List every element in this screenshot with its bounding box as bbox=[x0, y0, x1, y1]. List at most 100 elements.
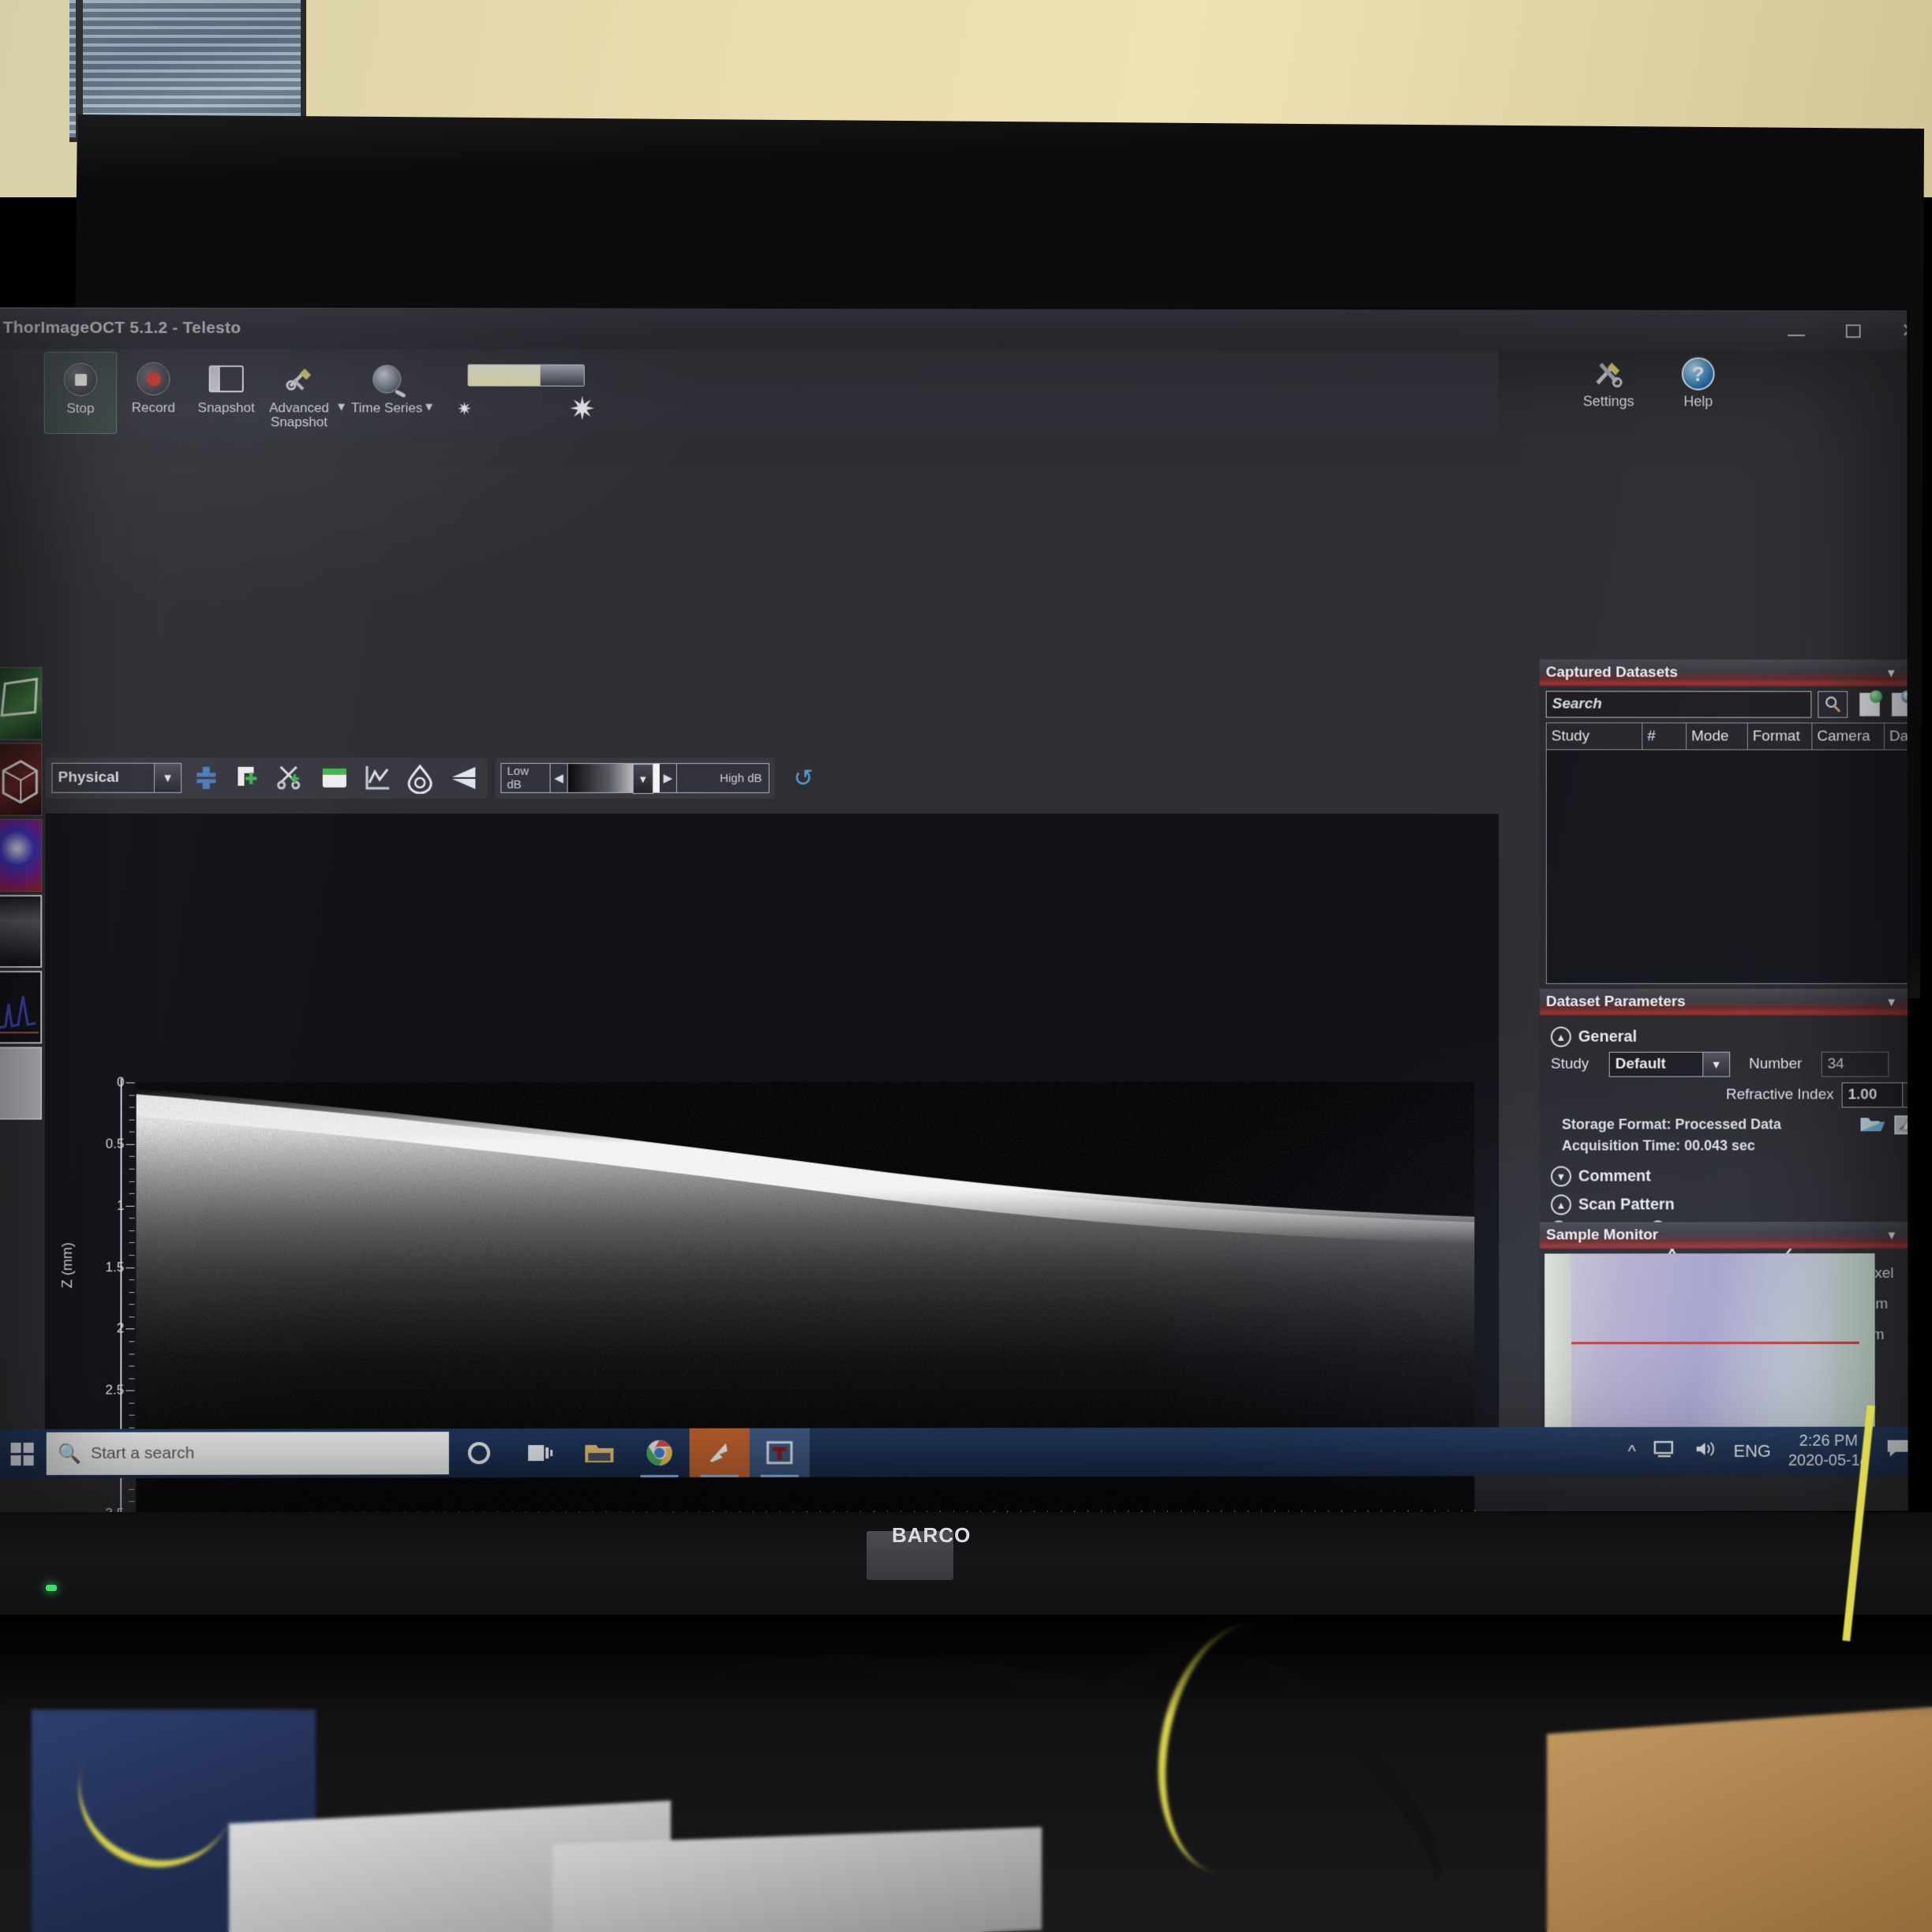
captured-datasets-title: Captured Datasets bbox=[1545, 664, 1678, 681]
study-dropdown-caret[interactable]: ▼ bbox=[1703, 1051, 1731, 1077]
folder-save-icon[interactable] bbox=[316, 761, 353, 796]
scan-pattern-section-header[interactable]: ▲ Scan Pattern bbox=[1551, 1194, 1908, 1215]
z-tick-minor bbox=[129, 1218, 135, 1219]
acquisition-time-text: Acquisition Time: 00.043 sec bbox=[1561, 1137, 1755, 1154]
captured-datasets-panel: Captured Datasets ▼ 📌 Search ↻ Study # M… bbox=[1539, 659, 1908, 984]
z-tick-minor bbox=[129, 1255, 135, 1256]
open-folder-button[interactable] bbox=[1859, 1114, 1886, 1139]
time-series-dropdown-caret[interactable]: ▼ bbox=[423, 400, 435, 414]
edit-metadata-button[interactable] bbox=[1893, 1114, 1908, 1140]
z-tick-minor bbox=[129, 1230, 135, 1231]
study-row: Study Default ▼ Number 34 bbox=[1551, 1051, 1908, 1077]
study-value[interactable]: Default bbox=[1608, 1051, 1704, 1077]
task-view-icon[interactable] bbox=[509, 1428, 569, 1477]
z-tick-minor bbox=[129, 1156, 135, 1158]
start-button[interactable] bbox=[0, 1429, 47, 1478]
origin-icon[interactable] bbox=[689, 1428, 750, 1477]
mode-dropdown-caret[interactable]: ▼ bbox=[155, 762, 182, 793]
view-3d-volume-icon[interactable] bbox=[0, 667, 43, 740]
sample-camera-view[interactable] bbox=[1544, 1253, 1875, 1440]
db-decrease-button[interactable]: ◀ bbox=[550, 762, 568, 793]
stop-button[interactable]: Stop bbox=[43, 351, 118, 434]
table-header-row: Study # Mode Format Camera Dat bbox=[1546, 723, 1908, 751]
dataset-search-row: Search ▼ bbox=[1540, 686, 1908, 721]
taskbar-search-input[interactable]: 🔍 Start a search bbox=[46, 1432, 449, 1476]
brightness-slider[interactable]: ✷ ✷ bbox=[457, 364, 596, 427]
mode-dropdown[interactable]: Physical ▼ bbox=[51, 762, 182, 793]
captured-datasets-table[interactable]: Study # Mode Format Camera Dat bbox=[1545, 722, 1908, 984]
new-dataset-button[interactable] bbox=[1854, 691, 1885, 718]
fit-to-view-icon[interactable] bbox=[188, 761, 224, 796]
chevron-down-icon: ▼ bbox=[1550, 1166, 1571, 1187]
advanced-snapshot-dropdown-caret[interactable]: ▼ bbox=[335, 400, 347, 414]
help-button[interactable]: ? Help bbox=[1662, 354, 1735, 410]
probe-measure-icon[interactable] bbox=[402, 761, 438, 796]
db-gradient-track[interactable]: ▼ bbox=[567, 762, 660, 794]
refresh-icon[interactable]: ↺ bbox=[793, 761, 813, 796]
snapshot-button[interactable]: Snapshot bbox=[190, 352, 263, 434]
windows-logo-icon bbox=[10, 1442, 34, 1466]
column-camera[interactable]: Camera bbox=[1812, 723, 1885, 751]
z-tick-label: 2 bbox=[116, 1320, 125, 1336]
minimize-button[interactable] bbox=[1784, 319, 1808, 343]
z-tick-label: 1.5 bbox=[105, 1259, 125, 1275]
column-date[interactable]: Dat bbox=[1884, 723, 1908, 751]
thorimage-oct-application: ThorImageOCT 5.1.2 - Telesto Stop bbox=[0, 307, 1908, 1515]
record-button[interactable]: Record bbox=[117, 352, 189, 434]
time-series-label: Time Series bbox=[350, 400, 423, 416]
monitor-brand-label: BARCO bbox=[892, 1523, 972, 1547]
column-number[interactable]: # bbox=[1642, 723, 1687, 751]
settings-button[interactable]: Settings bbox=[1572, 354, 1645, 410]
view-bscan-icon[interactable] bbox=[0, 894, 43, 968]
refractive-index-stepper[interactable]: ▲▼ bbox=[1903, 1082, 1908, 1108]
time-series-button[interactable]: Time Series bbox=[350, 352, 423, 434]
chrome-icon[interactable] bbox=[629, 1428, 689, 1477]
close-button[interactable] bbox=[1897, 319, 1908, 343]
yellow-fiber-hanging bbox=[1839, 1405, 1932, 1642]
network-icon[interactable] bbox=[1653, 1440, 1677, 1463]
view-cube-icon[interactable] bbox=[0, 743, 43, 816]
contrast-wedge-icon[interactable] bbox=[444, 761, 481, 796]
z-axis-label: Z (mm) bbox=[59, 1242, 76, 1289]
reload-dataset-button[interactable]: ▼ bbox=[1891, 691, 1908, 718]
bscan-viewport[interactable]: Z (mm) X (mm) bbox=[44, 813, 1500, 1515]
z-tick-minor bbox=[129, 1242, 135, 1244]
general-section-header[interactable]: ▲ General bbox=[1550, 1026, 1908, 1047]
edit-metadata-icon bbox=[1893, 1114, 1908, 1136]
help-icon: ? bbox=[1681, 354, 1715, 394]
volume-icon[interactable] bbox=[1694, 1440, 1717, 1463]
brightness-fill bbox=[468, 365, 541, 386]
column-mode[interactable]: Mode bbox=[1687, 723, 1748, 751]
z-tick-minor bbox=[129, 1316, 135, 1318]
language-indicator[interactable]: ENG bbox=[1733, 1441, 1771, 1462]
db-slider-handle[interactable]: ▼ bbox=[632, 763, 653, 794]
column-format[interactable]: Format bbox=[1747, 723, 1813, 751]
brightness-track[interactable] bbox=[467, 364, 585, 387]
show-hidden-icons[interactable]: ^ bbox=[1628, 1441, 1636, 1462]
taskbar-search-placeholder: Start a search bbox=[90, 1443, 195, 1462]
view-aline-spectrum-icon[interactable] bbox=[0, 971, 43, 1044]
file-explorer-icon[interactable] bbox=[569, 1428, 629, 1477]
refractive-index-value[interactable]: 1.00 bbox=[1841, 1082, 1904, 1108]
dataset-parameters-menu-caret[interactable]: ▼ bbox=[1885, 995, 1897, 1009]
sample-monitor-menu-caret[interactable]: ▼ bbox=[1885, 1229, 1897, 1242]
search-button[interactable] bbox=[1818, 691, 1848, 718]
z-tick-major bbox=[125, 1267, 135, 1268]
dataset-search-input[interactable]: Search bbox=[1545, 691, 1812, 718]
maximize-button[interactable] bbox=[1841, 319, 1865, 343]
advanced-snapshot-button[interactable]: Advanced Snapshot bbox=[263, 352, 335, 434]
db-increase-button[interactable]: ▶ bbox=[659, 762, 678, 793]
brightness-remainder bbox=[540, 365, 584, 386]
low-brightness-icon: ✷ bbox=[457, 399, 472, 419]
comment-section-header[interactable]: ▼ Comment bbox=[1550, 1166, 1908, 1187]
view-color-enface-icon[interactable] bbox=[0, 818, 43, 892]
scissors-cut-icon[interactable] bbox=[274, 761, 310, 796]
captured-datasets-menu-caret[interactable]: ▼ bbox=[1885, 666, 1897, 680]
column-study[interactable]: Study bbox=[1546, 723, 1643, 751]
view-blank-icon[interactable] bbox=[0, 1046, 43, 1120]
cortana-icon[interactable] bbox=[449, 1428, 509, 1477]
thorlabs-icon[interactable] bbox=[749, 1428, 810, 1477]
sample-monitor-pin-icon[interactable]: 📌 bbox=[1907, 1227, 1908, 1243]
crop-region-icon[interactable] bbox=[230, 761, 267, 796]
plot-graph-icon[interactable] bbox=[359, 761, 395, 796]
